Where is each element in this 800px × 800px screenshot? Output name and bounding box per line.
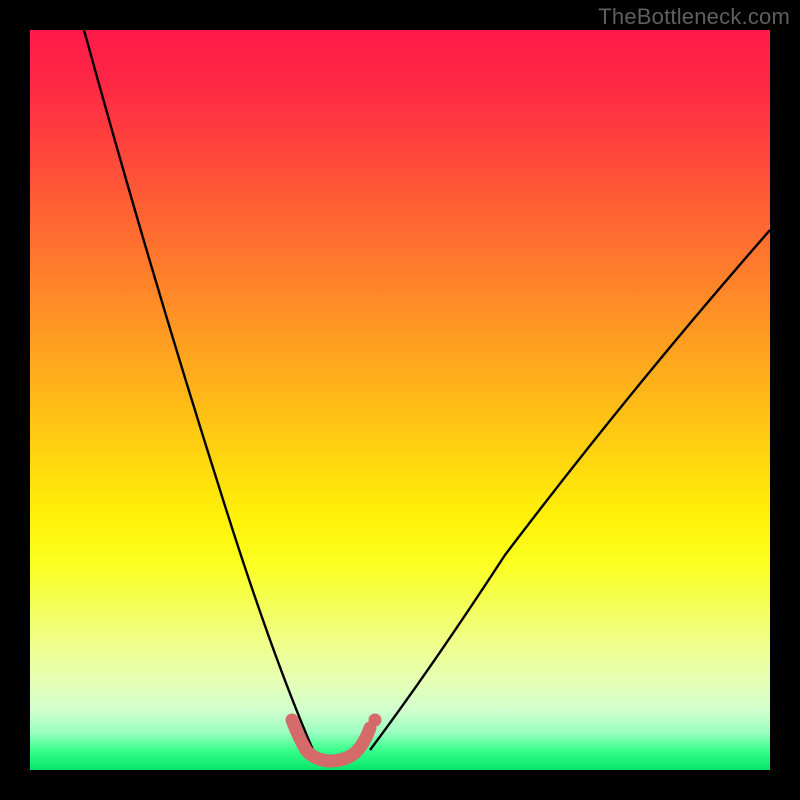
- watermark-text: TheBottleneck.com: [598, 4, 790, 30]
- valley-right-dot: [369, 714, 382, 727]
- left-descending-curve: [84, 30, 313, 750]
- curve-layer: [30, 30, 770, 770]
- outer-frame: TheBottleneck.com: [0, 0, 800, 800]
- right-ascending-curve: [370, 230, 770, 750]
- plot-area: [30, 30, 770, 770]
